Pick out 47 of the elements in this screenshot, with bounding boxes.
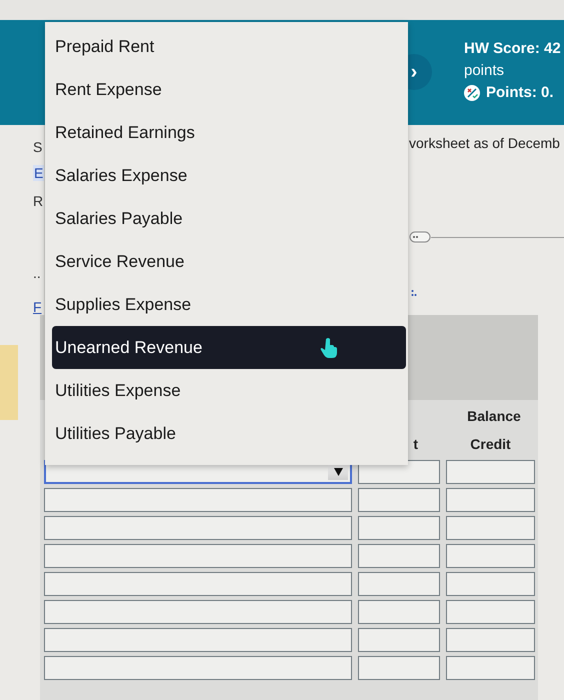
- credit-field[interactable]: [446, 572, 535, 596]
- debit-field[interactable]: [358, 572, 440, 596]
- text-fragment: R: [33, 193, 44, 209]
- caret-icon: [334, 468, 342, 476]
- column-heading: Credit: [469, 436, 512, 454]
- dropdown-option[interactable]: Utilities Expense: [52, 369, 406, 412]
- credit-field[interactable]: [446, 600, 535, 624]
- partial-credit-icon: [464, 85, 480, 101]
- account-field[interactable]: [44, 544, 352, 568]
- dropdown-option[interactable]: Supplies Expense: [52, 283, 406, 326]
- account-field[interactable]: [44, 572, 352, 596]
- credit-field[interactable]: [446, 488, 535, 512]
- text-fragment: S: [33, 139, 42, 155]
- dropdown-option[interactable]: Retained Earnings: [52, 111, 406, 154]
- dropdown-option[interactable]: Salaries Expense: [52, 154, 406, 197]
- account-field[interactable]: [44, 656, 352, 680]
- debit-field[interactable]: [358, 544, 440, 568]
- link-fragment[interactable]: F: [33, 299, 42, 315]
- account-field[interactable]: [44, 516, 352, 540]
- debit-field[interactable]: [358, 628, 440, 652]
- column-group-heading: Balance: [466, 408, 522, 424]
- credit-field[interactable]: [446, 516, 535, 540]
- dropdown-option[interactable]: Service Revenue: [52, 240, 406, 283]
- debit-field[interactable]: [358, 656, 440, 680]
- dropdown-option[interactable]: Salaries Payable: [52, 197, 406, 240]
- expand-icon[interactable]: [409, 231, 431, 243]
- debit-field[interactable]: [358, 516, 440, 540]
- credit-field[interactable]: [446, 460, 535, 484]
- link-fragment[interactable]: E: [33, 165, 44, 181]
- hand-cursor-icon: [320, 337, 340, 359]
- debit-field[interactable]: [358, 600, 440, 624]
- text-fragment: ..: [33, 265, 41, 281]
- credit-field[interactable]: [446, 656, 535, 680]
- account-field[interactable]: [44, 488, 352, 512]
- dropdown-option[interactable]: Unearned Revenue: [52, 326, 406, 369]
- account-field[interactable]: [44, 600, 352, 624]
- account-field[interactable]: [44, 628, 352, 652]
- dots-icon: [411, 289, 417, 299]
- dropdown-option[interactable]: Utilities Payable: [52, 412, 406, 455]
- points-unit: points: [464, 61, 506, 81]
- credit-field[interactable]: [446, 544, 535, 568]
- column-heading: t: [412, 436, 419, 454]
- instruction-text: vorksheet as of Decemb: [409, 135, 561, 151]
- debit-field[interactable]: [358, 488, 440, 512]
- credit-field[interactable]: [446, 628, 535, 652]
- hw-score: HW Score: 42: [464, 39, 561, 59]
- points-score: Points: 0.: [486, 83, 554, 103]
